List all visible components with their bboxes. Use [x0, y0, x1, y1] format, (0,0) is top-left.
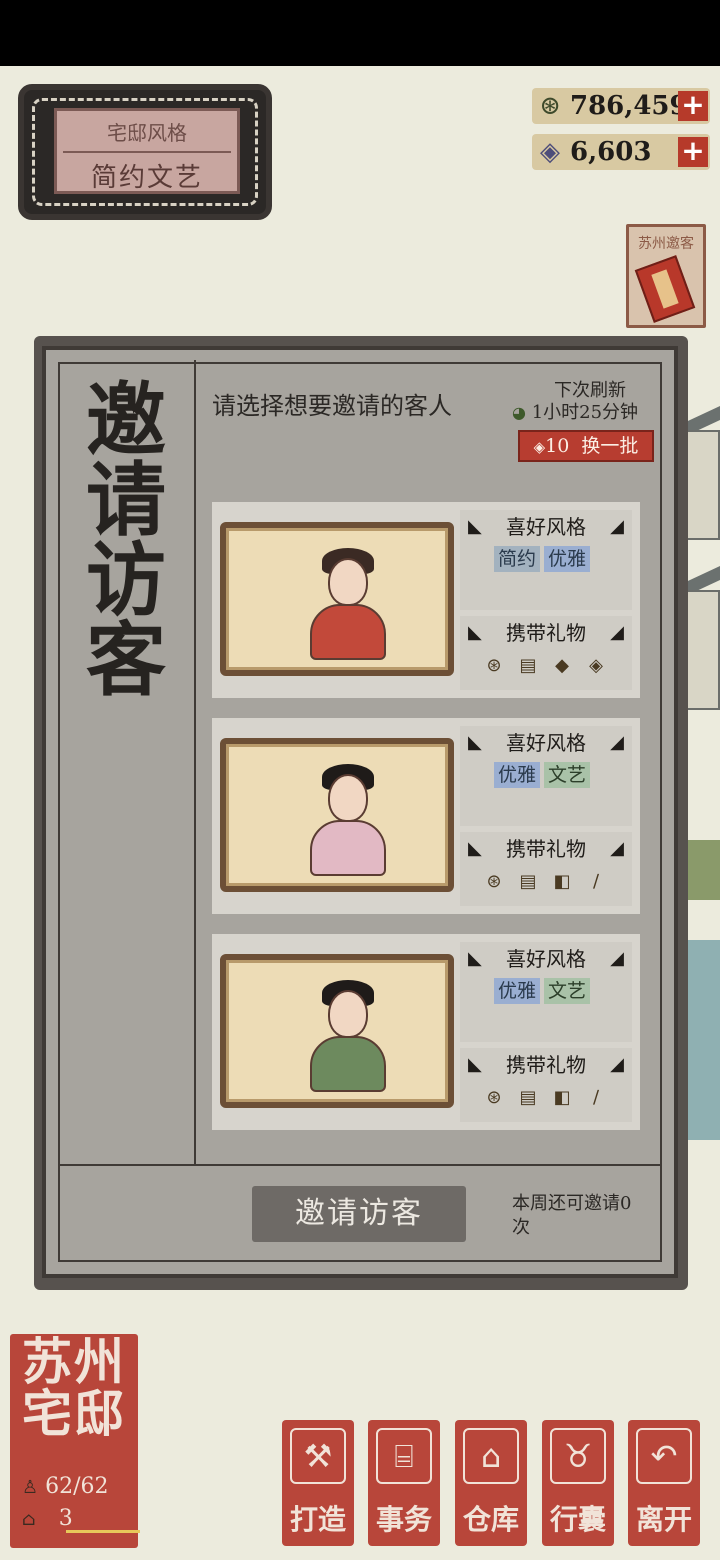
style-tag: 简约	[494, 546, 541, 572]
gem-counter: ◈ 6,603 +	[532, 134, 710, 170]
guest-card[interactable]: ◣ 喜好风格 ◢ 优雅 文艺 ◣ 携带礼物 ◢ ⊛ ▤ ◧ ∕	[212, 718, 640, 914]
guest-figure	[302, 760, 392, 878]
action-label: 事务	[375, 1503, 432, 1536]
population-stat: ♙ 62/62	[22, 1474, 109, 1499]
carried-gifts-box: ◣ 携带礼物 ◢ ⊛ ▤ ◧ ∕	[460, 1048, 632, 1122]
person-icon: ♙	[22, 1477, 39, 1498]
ink-stone-icon[interactable]: ◧	[550, 1086, 574, 1110]
invitation-card-icon	[634, 255, 696, 323]
bracket-left-icon: ◣	[468, 516, 482, 537]
action-button-3[interactable]: ♉ 行囊	[542, 1420, 614, 1546]
guest-figure	[302, 544, 392, 662]
preferred-style-title: 喜好风格	[506, 947, 586, 971]
return-icon: ↶	[636, 1428, 692, 1484]
preferred-style-title: 喜好风格	[506, 515, 586, 539]
preferred-style-box: ◣ 喜好风格 ◢ 优雅 文艺	[460, 726, 632, 826]
status-bar	[0, 0, 720, 66]
carried-gifts-box: ◣ 携带礼物 ◢ ⊛ ▤ ◧ ∕	[460, 832, 632, 906]
action-button-2[interactable]: ⌂ 仓库	[455, 1420, 527, 1546]
bracket-left-icon: ◣	[468, 732, 482, 753]
weekly-invite-remaining: 本周还可邀请0次	[512, 1193, 632, 1238]
gem-icon: ◈	[533, 438, 546, 456]
scroll-icon[interactable]: ▤	[516, 654, 540, 678]
preferred-style-title: 喜好风格	[506, 731, 586, 755]
action-button-0[interactable]: ⚒ 打造	[282, 1420, 354, 1546]
style-label: 宅邸风格	[107, 121, 187, 145]
brush-icon[interactable]: ∕	[584, 1086, 608, 1110]
desk-icon: ⌸	[376, 1428, 432, 1484]
action-button-4[interactable]: ↶ 离开	[628, 1420, 700, 1546]
panel-footer-divider	[60, 1164, 660, 1166]
preferred-style-box: ◣ 喜好风格 ◢ 简约 优雅	[460, 510, 632, 610]
bracket-left-icon: ◣	[468, 622, 482, 643]
add-coin-button[interactable]: +	[678, 91, 708, 121]
carried-gifts-title: 携带礼物	[506, 837, 586, 861]
level-stat: ⌂ 3	[22, 1506, 73, 1531]
style-tag: 文艺	[544, 762, 591, 788]
action-button-1[interactable]: ⌸ 事务	[368, 1420, 440, 1546]
coin-icon[interactable]: ⊛	[482, 870, 506, 894]
style-tag: 优雅	[544, 546, 591, 572]
timer-icon: ◕	[512, 403, 526, 422]
copper-coin-counter: ⊛ 786,459 +	[532, 88, 710, 124]
style-tag: 优雅	[494, 978, 541, 1004]
add-gem-button[interactable]: +	[678, 137, 708, 167]
action-label: 行囊	[549, 1503, 606, 1536]
action-label: 离开	[635, 1503, 692, 1536]
coin-icon[interactable]: ⊛	[482, 1086, 506, 1110]
coin-amount: 786,459	[570, 91, 688, 121]
preferred-style-box: ◣ 喜好风格 ◢ 优雅 文艺	[460, 942, 632, 1042]
guest-portrait[interactable]	[220, 954, 454, 1108]
side-tab-label: 苏州邀客	[638, 236, 694, 252]
bag-icon: ♉	[550, 1428, 606, 1484]
gem-icon[interactable]: ◈	[584, 654, 608, 678]
scroll-icon[interactable]: ▤	[516, 1086, 540, 1110]
suzhou-mansion-badge[interactable]: 苏州宅邸 ♙ 62/62 ⌂ 3	[10, 1332, 140, 1548]
action-label: 打造	[289, 1503, 346, 1536]
bracket-left-icon: ◣	[468, 948, 482, 969]
select-guest-prompt: 请选择想要邀请的客人	[212, 392, 452, 420]
carried-gifts-title: 携带礼物	[506, 1053, 586, 1077]
guest-card[interactable]: ◣ 喜好风格 ◢ 简约 优雅 ◣ 携带礼物 ◢ ⊛ ▤ ◆ ◈	[212, 502, 640, 698]
scroll-icon[interactable]: ▤	[516, 870, 540, 894]
mansion-name: 苏州宅邸	[22, 1332, 126, 1443]
action-label: 仓库	[462, 1503, 519, 1536]
coin-icon: ⊛	[539, 91, 561, 121]
swap-label: 换一批	[581, 435, 639, 457]
swap-batch-button[interactable]: ◈10 换一批	[518, 430, 654, 462]
hat-icon: ⌂	[22, 1509, 36, 1530]
guest-card[interactable]: ◣ 喜好风格 ◢ 优雅 文艺 ◣ 携带礼物 ◢ ⊛ ▤ ◧ ∕	[212, 934, 640, 1130]
bracket-right-icon: ◢	[610, 838, 624, 859]
guest-portrait[interactable]	[220, 738, 454, 892]
panel-divider	[194, 360, 196, 1166]
coin-icon[interactable]: ⊛	[482, 654, 506, 678]
gem-amount: 6,603	[570, 137, 652, 167]
ink-stone-icon[interactable]: ◧	[550, 870, 574, 894]
guest-portrait[interactable]	[220, 522, 454, 676]
bracket-right-icon: ◢	[610, 622, 624, 643]
refresh-timer: ◕ 1小时25分钟	[512, 402, 639, 423]
brush-icon[interactable]: ∕	[584, 870, 608, 894]
bracket-left-icon: ◣	[468, 1054, 482, 1075]
parcel-icon[interactable]: ◆	[550, 654, 574, 678]
bracket-right-icon: ◢	[610, 948, 624, 969]
style-tag: 文艺	[544, 978, 591, 1004]
style-value: 简约文艺	[90, 163, 203, 193]
panel-title: 邀 请 访 客	[86, 373, 166, 707]
carried-gifts-box: ◣ 携带礼物 ◢ ⊛ ▤ ◆ ◈	[460, 616, 632, 690]
swap-cost: 10	[545, 435, 570, 457]
style-tag: 优雅	[494, 762, 541, 788]
mansion-style-plaque[interactable]: 宅邸风格 简约文艺	[18, 84, 272, 220]
hammer-icon: ⚒	[290, 1428, 346, 1484]
bracket-right-icon: ◢	[610, 1054, 624, 1075]
guest-figure	[302, 976, 392, 1094]
warehouse-icon: ⌂	[463, 1428, 519, 1484]
bracket-left-icon: ◣	[468, 838, 482, 859]
bracket-right-icon: ◢	[610, 732, 624, 753]
suzhou-invite-tab[interactable]: 苏州邀客	[626, 224, 706, 328]
bracket-right-icon: ◢	[610, 516, 624, 537]
invite-guest-button[interactable]: 邀请访客	[252, 1186, 466, 1242]
gem-icon: ◈	[540, 137, 560, 167]
carried-gifts-title: 携带礼物	[506, 621, 586, 645]
